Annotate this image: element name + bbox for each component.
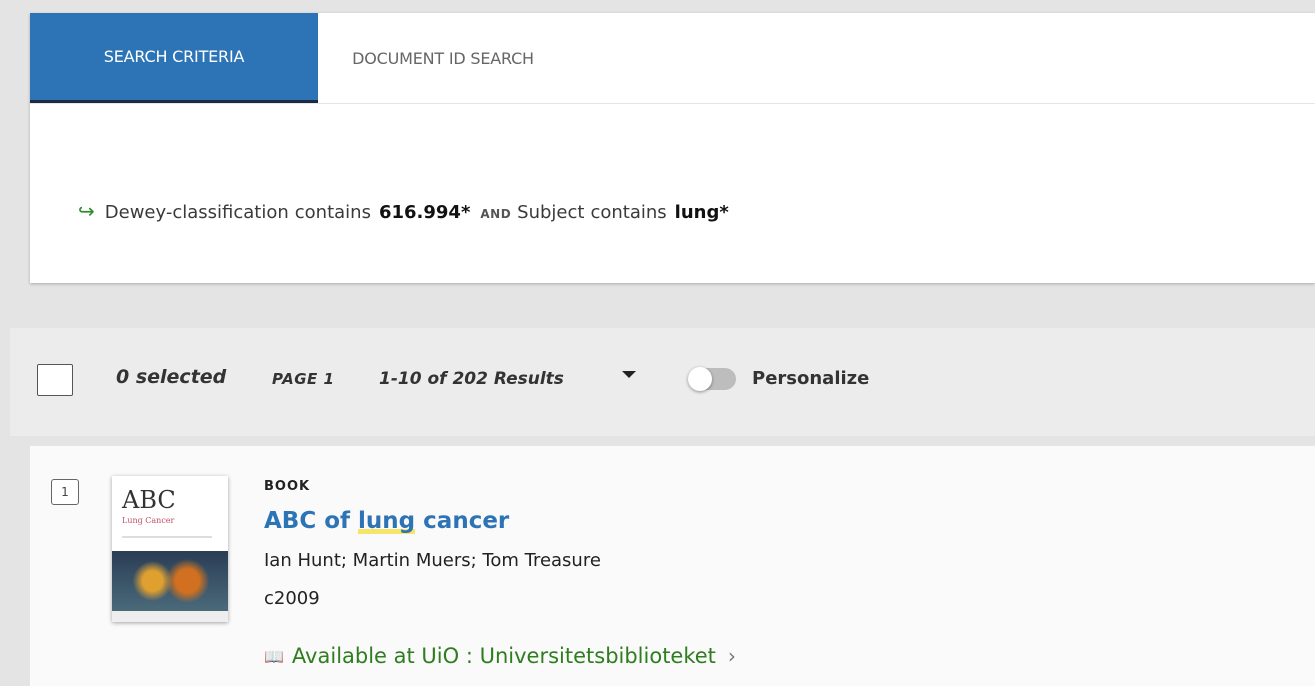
title-prefix: ABC of: [264, 508, 359, 534]
title-highlight: lung: [358, 508, 416, 534]
result-authors: Ian Hunt; Martin Muers; Tom Treasure: [264, 550, 601, 571]
cover-footer: [112, 611, 228, 622]
query-operator: AND: [480, 207, 512, 221]
personalize-label: Personalize: [752, 368, 870, 389]
results-range: 1-10 of 202 Results: [379, 369, 564, 389]
query-field-1: Dewey-classification: [104, 202, 289, 223]
resource-type: BOOK: [264, 479, 311, 494]
tab-bar: SEARCH CRITERIA DOCUMENT ID SEARCH: [30, 13, 1315, 104]
book-open-icon: 📖: [264, 646, 284, 666]
availability-link[interactable]: 📖 Available at UiO : Universitetsbibliot…: [264, 644, 736, 668]
availability-text: Available at UiO : Universitetsbibliotek…: [291, 644, 716, 668]
query-verb-1: contains: [294, 202, 371, 223]
query-verb-2: contains: [590, 202, 667, 223]
tab-document-id-search[interactable]: DOCUMENT ID SEARCH: [318, 13, 568, 103]
query-field-2: Subject: [517, 202, 585, 223]
cover-subtitle: Lung Cancer: [122, 516, 175, 525]
book-cover-thumbnail[interactable]: ABC Lung Cancer: [112, 476, 228, 622]
chevron-right-icon: ›: [727, 644, 736, 668]
caret-down-icon[interactable]: [622, 371, 636, 378]
cover-xray-image: [112, 551, 228, 611]
results-toolbar: 0 selected PAGE 1 1-10 of 202 Results Pe…: [10, 328, 1315, 436]
tab-search-criteria[interactable]: SEARCH CRITERIA: [30, 13, 318, 103]
result-title-link[interactable]: ABC of lung cancer: [264, 508, 509, 534]
page-indicator: PAGE 1: [272, 370, 335, 388]
select-all-checkbox[interactable]: [37, 364, 73, 396]
query-value-2: lung*: [674, 202, 729, 223]
result-number: 1: [51, 479, 79, 505]
cover-divider: [122, 536, 212, 538]
query-value-1: 616.994*: [378, 202, 471, 223]
cover-title: ABC: [122, 486, 176, 514]
search-query-summary: ↪ Dewey-classification contains 616.994*…: [78, 199, 739, 223]
personalize-toggle[interactable]: [688, 367, 736, 391]
search-criteria-panel: SEARCH CRITERIA DOCUMENT ID SEARCH ↪ Dew…: [30, 13, 1315, 283]
redirect-arrow-icon: ↪: [78, 199, 95, 223]
title-suffix: cancer: [415, 508, 510, 534]
selected-count: 0 selected: [116, 366, 227, 388]
result-item: 1 ABC Lung Cancer BOOK ABC of lung cance…: [30, 446, 1315, 686]
result-date: c2009: [264, 588, 320, 609]
toggle-knob: [688, 367, 712, 391]
